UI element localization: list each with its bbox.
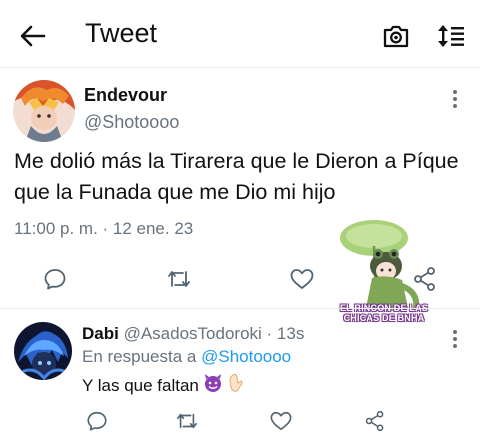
reply-to-label: En respuesta a — [82, 347, 197, 366]
reply-icon[interactable] — [82, 406, 112, 436]
camera-icon[interactable] — [382, 22, 410, 50]
author-handle[interactable]: @Shotoooo — [84, 112, 179, 133]
retweet-icon[interactable] — [164, 264, 194, 294]
avatar[interactable] — [13, 80, 75, 142]
reply-author-name[interactable]: Dabi — [82, 324, 119, 343]
reply-text: Y las que faltan — [82, 375, 199, 395]
tweet-timestamp: 11:00 p. m. · 12 ene. 23 — [14, 219, 194, 238]
divider — [0, 308, 480, 309]
reply-text-row: Y las que faltan — [82, 373, 245, 398]
top-bar: Tweet — [0, 0, 480, 68]
sort-icon[interactable] — [436, 22, 466, 50]
pinched-fingers-emoji — [227, 373, 245, 398]
author-name[interactable]: Endevour — [84, 85, 167, 106]
reply-header: Dabi @AsadosTodoroki · 13s — [82, 324, 304, 344]
reply-to-mention[interactable]: @Shotoooo — [201, 347, 291, 366]
reply-author-handle[interactable]: @AsadosTodoroki — [124, 324, 262, 343]
reply-avatar[interactable] — [14, 322, 72, 380]
retweet-icon[interactable] — [172, 406, 202, 436]
reply-context: En respuesta a @Shotoooo — [82, 347, 291, 367]
like-icon[interactable] — [287, 264, 317, 294]
more-options-icon[interactable] — [446, 88, 464, 110]
like-icon[interactable] — [266, 406, 296, 436]
back-arrow-icon[interactable] — [18, 22, 48, 50]
reply-more-options-icon[interactable] — [446, 328, 464, 350]
share-icon[interactable] — [360, 406, 390, 436]
reply-actions — [0, 404, 480, 438]
sticker-caption: EL RINCON DE LAS CHICAS DE BNHA — [339, 303, 429, 323]
tweet-text: Me dolió más la Tirarera que le Dieron a… — [14, 149, 459, 204]
reply-icon[interactable] — [40, 264, 70, 294]
reply-time: · 13s — [266, 324, 305, 343]
smiling-devil-emoji — [203, 373, 223, 398]
page-title: Tweet — [85, 18, 158, 48]
